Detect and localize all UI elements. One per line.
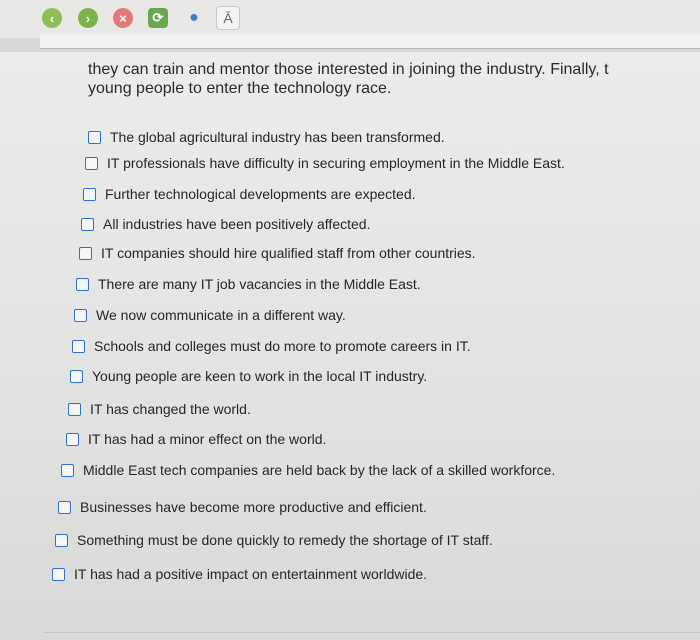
- option-item[interactable]: Middle East tech companies are held back…: [61, 462, 555, 478]
- checkbox[interactable]: [70, 369, 83, 383]
- checkbox[interactable]: [74, 308, 87, 322]
- option-label: There are many IT job vacancies in the M…: [98, 276, 421, 292]
- option-item[interactable]: Further technological developments are e…: [83, 186, 416, 202]
- option-label: Schools and colleges must do more to pro…: [94, 338, 471, 354]
- option-label: The global agricultural industry has bee…: [110, 129, 445, 145]
- option-label: Businesses have become more productive a…: [80, 499, 427, 515]
- refresh-icon[interactable]: ⟳: [148, 8, 168, 28]
- option-label: IT professionals have difficulty in secu…: [107, 155, 565, 171]
- option-item[interactable]: IT has changed the world.: [68, 401, 251, 417]
- reading-passage: they can train and mentor those interest…: [88, 60, 700, 98]
- user-icon[interactable]: ●: [184, 8, 204, 28]
- option-item[interactable]: IT has had a positive impact on entertai…: [52, 566, 427, 582]
- checkbox[interactable]: [88, 130, 101, 144]
- option-label: Young people are keen to work in the loc…: [92, 368, 428, 384]
- option-item[interactable]: Something must be done quickly to remedy…: [55, 532, 493, 548]
- browser-toolbar: ‹ › × ⟳ ● Ā: [0, 0, 700, 38]
- option-label: Middle East tech companies are held back…: [83, 462, 556, 478]
- option-item[interactable]: The global agricultural industry has bee…: [88, 129, 445, 145]
- checkbox[interactable]: [66, 432, 79, 446]
- option-item[interactable]: Schools and colleges must do more to pro…: [72, 338, 471, 354]
- passage-line: they can train and mentor those interest…: [88, 61, 609, 78]
- checkbox[interactable]: [68, 402, 81, 416]
- checkbox[interactable]: [72, 339, 85, 353]
- option-label: All industries have been positively affe…: [103, 216, 371, 232]
- close-icon[interactable]: ×: [113, 8, 133, 28]
- text-format-button[interactable]: Ā: [216, 6, 240, 30]
- option-item[interactable]: Young people are keen to work in the loc…: [70, 368, 427, 384]
- checkbox[interactable]: [58, 500, 71, 514]
- option-item[interactable]: IT companies should hire qualified staff…: [79, 245, 476, 261]
- checkbox[interactable]: [52, 567, 65, 581]
- checkbox[interactable]: [79, 246, 92, 260]
- option-item[interactable]: Businesses have become more productive a…: [58, 499, 427, 515]
- checkbox[interactable]: [85, 156, 98, 170]
- checkbox[interactable]: [76, 277, 89, 291]
- option-label: Something must be done quickly to remedy…: [77, 532, 493, 548]
- option-item[interactable]: All industries have been positively affe…: [81, 216, 370, 232]
- option-item[interactable]: IT professionals have difficulty in secu…: [85, 155, 565, 171]
- header-strip: [40, 34, 700, 49]
- option-item[interactable]: There are many IT job vacancies in the M…: [76, 276, 421, 292]
- back-arrow-icon[interactable]: ‹: [42, 8, 62, 28]
- option-label: IT has changed the world.: [90, 401, 251, 417]
- checkbox[interactable]: [83, 187, 96, 201]
- forward-arrow-icon[interactable]: ›: [78, 8, 98, 28]
- checkbox[interactable]: [55, 533, 68, 547]
- divider: [44, 632, 700, 633]
- option-label: IT has had a minor effect on the world.: [88, 431, 327, 447]
- checkbox[interactable]: [61, 463, 74, 477]
- option-item[interactable]: We now communicate in a different way.: [74, 307, 346, 323]
- option-label: Further technological developments are e…: [105, 186, 416, 202]
- passage-line: young people to enter the technology rac…: [88, 80, 392, 97]
- option-item[interactable]: IT has had a minor effect on the world.: [66, 431, 326, 447]
- option-label: IT companies should hire qualified staff…: [101, 245, 476, 261]
- checkbox[interactable]: [81, 217, 94, 231]
- option-label: We now communicate in a different way.: [96, 307, 346, 323]
- option-label: IT has had a positive impact on entertai…: [74, 566, 428, 582]
